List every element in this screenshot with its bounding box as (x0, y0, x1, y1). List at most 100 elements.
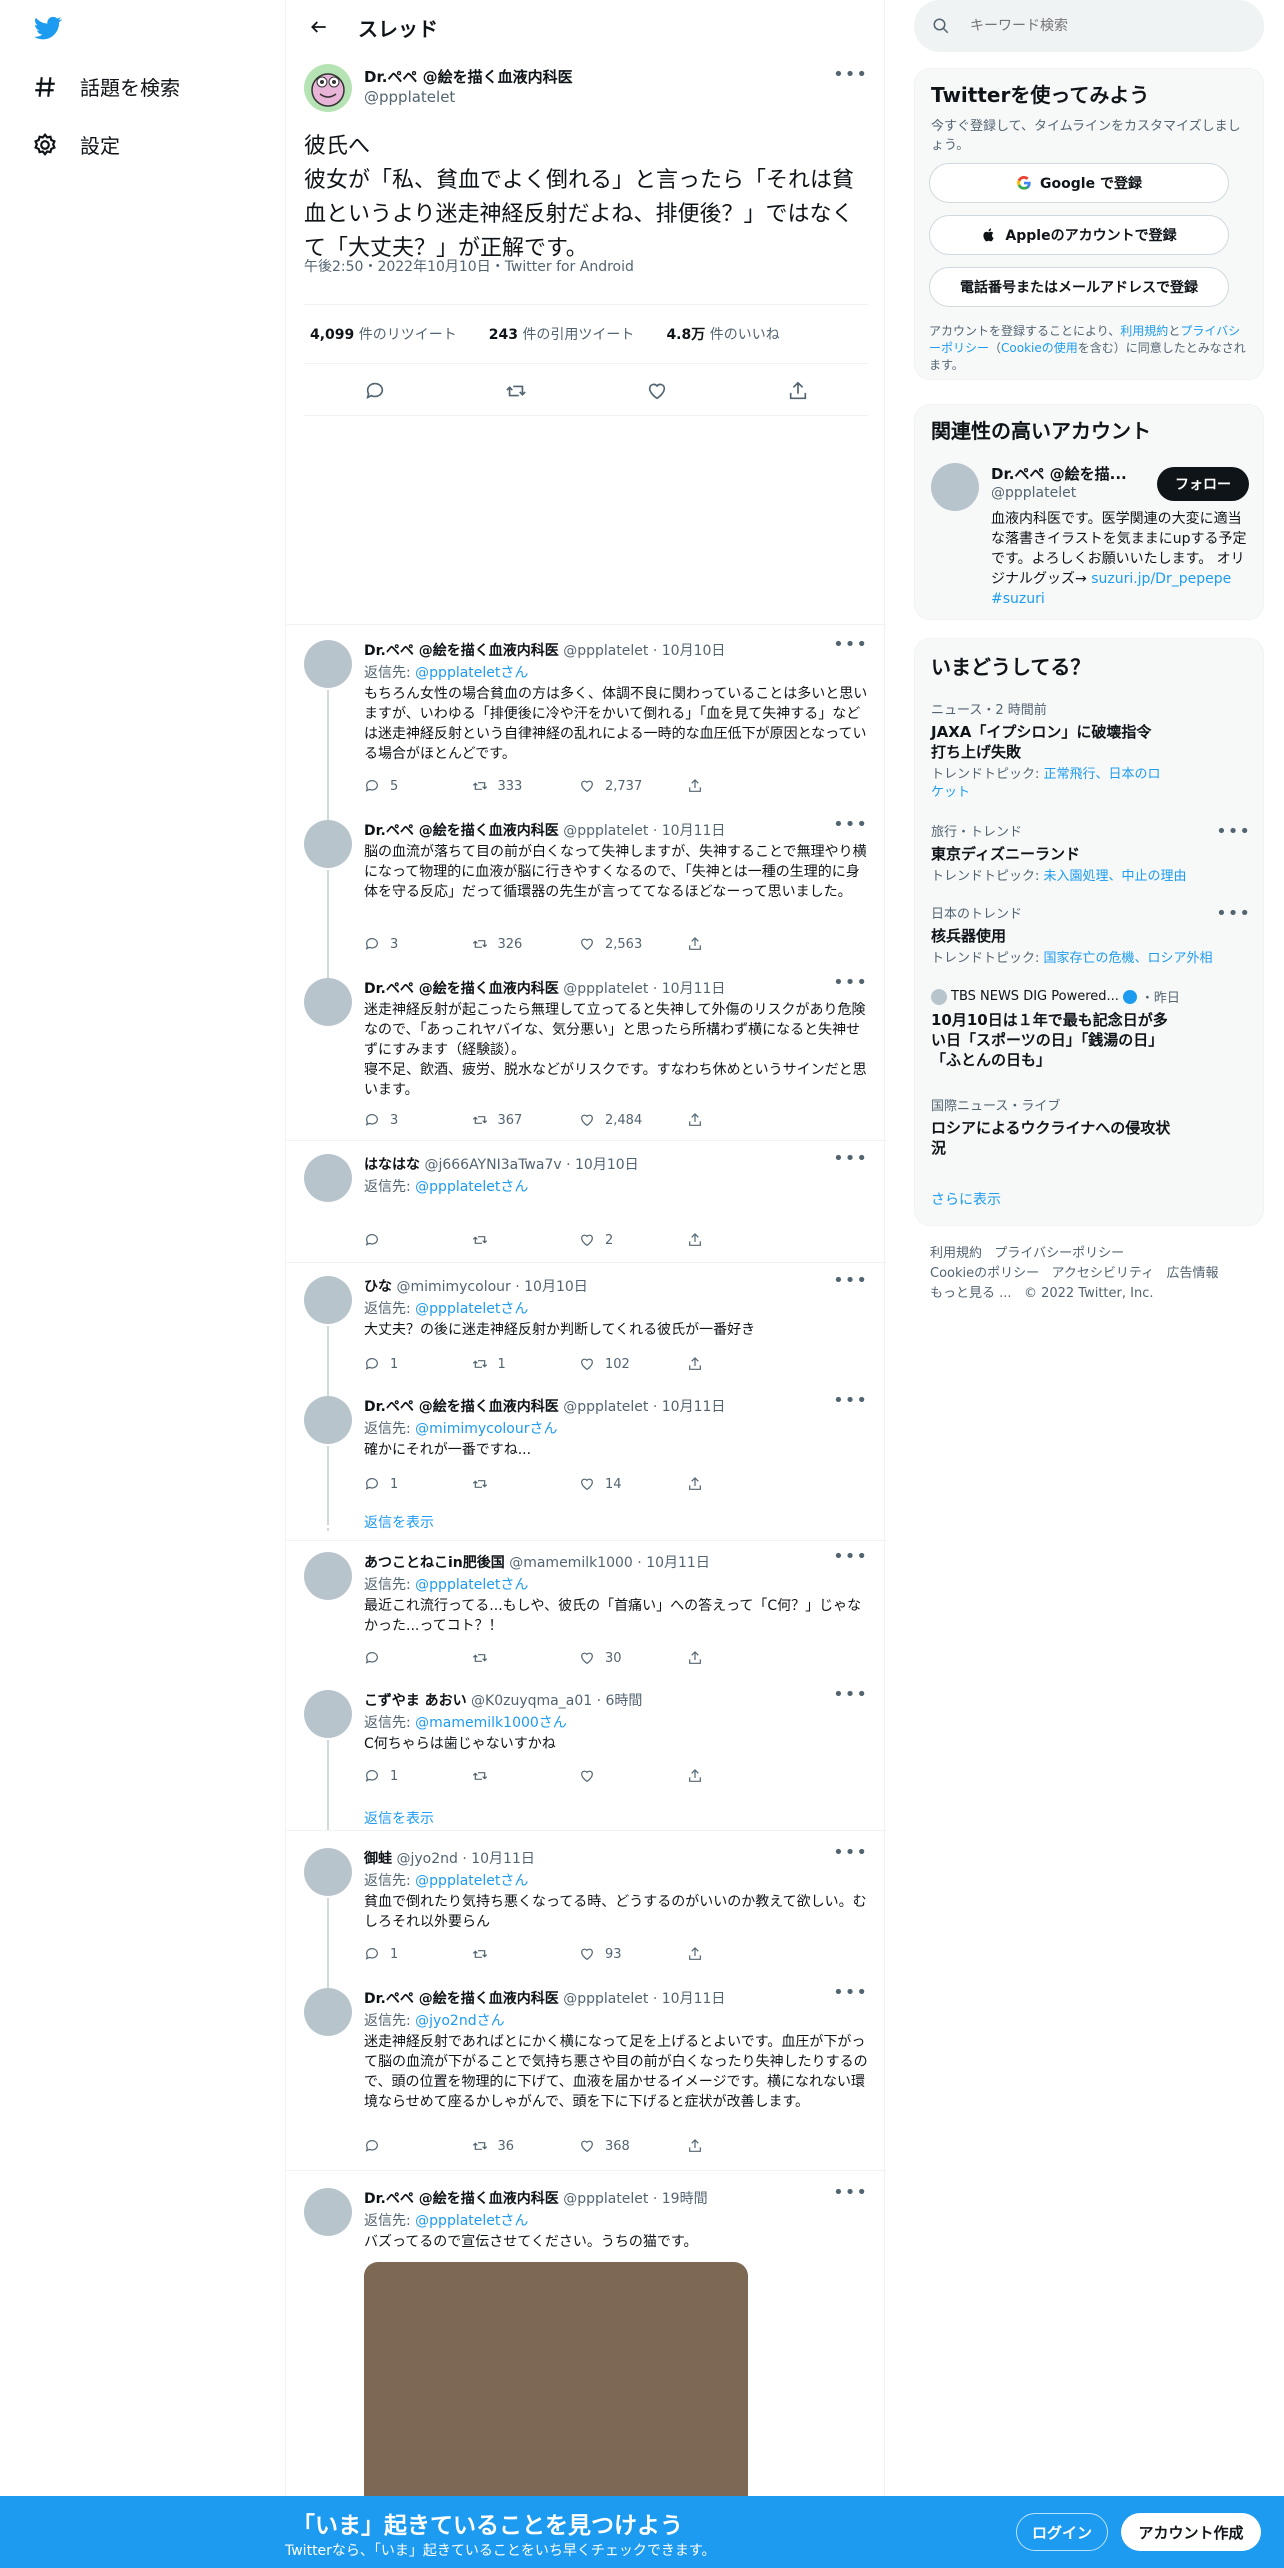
author-handle[interactable]: @ppplatelet (563, 1991, 648, 2007)
share-button[interactable] (687, 1112, 795, 1128)
heart-button[interactable]: 2,737 (579, 778, 687, 794)
author-handle[interactable]: @ppplatelet (563, 823, 648, 839)
heart-button[interactable]: 2 (579, 1232, 687, 1248)
share-button[interactable] (687, 936, 795, 952)
reply-time[interactable]: · 10月11日 (462, 1851, 535, 1867)
show-replies-link[interactable]: 返信を表示 (364, 1808, 434, 1828)
footer-accessibility[interactable]: アクセシビリティ (1052, 1266, 1155, 1281)
related-handle[interactable]: @ppplatelet (991, 485, 1076, 501)
retweet-button[interactable] (472, 1946, 580, 1962)
share-button[interactable] (687, 1476, 795, 1492)
author-name[interactable]: あつことねこin肥後国 (364, 1555, 505, 1571)
share-button[interactable] (687, 1946, 795, 1962)
avatar[interactable] (304, 820, 352, 868)
reply-time[interactable]: · 10月11日 (653, 823, 726, 839)
share-icon[interactable] (787, 380, 809, 402)
more-options-icon[interactable]: ••• (833, 1684, 868, 1705)
nav-explore[interactable]: 話題を検索 (32, 72, 180, 101)
share-button[interactable] (687, 1232, 795, 1248)
more-options-icon[interactable]: ••• (1216, 821, 1251, 842)
author-handle[interactable]: @ppplatelet (563, 981, 648, 997)
phone-email-signup-button[interactable]: 電話番号またはメールアドレスで登録 (929, 267, 1229, 307)
footer-cookie[interactable]: Cookieのポリシー (930, 1266, 1039, 1281)
login-button[interactable]: ログイン (1016, 2513, 1108, 2551)
heart-button[interactable] (579, 1768, 687, 1784)
reply-to-handle[interactable]: @mamemilk1000 (415, 1715, 539, 1731)
share-button[interactable] (687, 2138, 795, 2154)
retweet-button[interactable]: 36 (472, 2138, 580, 2154)
author-name[interactable]: Dr.ペペ @絵を描く血液内科医 (364, 66, 573, 87)
apple-signup-button[interactable]: Appleのアカウントで登録 (929, 215, 1229, 255)
author-name[interactable]: Dr.ペペ @絵を描く血液内科医 (364, 1991, 559, 2007)
reply-to-handle[interactable]: @ppplatelet (415, 2213, 500, 2229)
more-options-icon[interactable]: ••• (833, 1842, 868, 1863)
author-handle[interactable]: @jyo2nd (396, 1851, 457, 1867)
author-name[interactable]: Dr.ペペ @絵を描く血液内科医 (364, 2191, 559, 2207)
heart-button[interactable]: 102 (579, 1356, 687, 1372)
tweet-timestamp[interactable]: 午後2:50・2022年10月10日・Twitter for Android (304, 256, 634, 276)
reply-time[interactable]: · 10月11日 (653, 1399, 726, 1415)
reply-button[interactable]: 1 (364, 1356, 472, 1372)
retweet-button[interactable]: 367 (472, 1112, 580, 1128)
reply-time[interactable]: · 10月11日 (653, 981, 726, 997)
reply-button[interactable] (364, 2138, 472, 2154)
heart-button[interactable]: 2,563 (579, 936, 687, 952)
related-name[interactable]: Dr.ペペ @絵を描... (991, 463, 1127, 484)
more-options-icon[interactable]: ••• (833, 1982, 868, 2003)
more-options-icon[interactable]: ••• (833, 972, 868, 993)
avatar[interactable] (304, 1276, 352, 1324)
heart-icon[interactable] (646, 380, 668, 402)
retweet-button[interactable]: 1 (472, 1356, 580, 1372)
footer-terms[interactable]: 利用規約 (930, 1246, 982, 1261)
twitter-logo-icon[interactable] (32, 14, 64, 42)
like-count[interactable]: 4.8万 件のいいね (666, 324, 779, 344)
reply-button[interactable]: 1 (364, 1476, 472, 1492)
quote-count[interactable]: 243 件の引用ツイート (489, 324, 635, 344)
retweet-button[interactable] (472, 1476, 580, 1492)
avatar[interactable] (304, 1690, 352, 1738)
reply-button[interactable]: 1 (364, 1768, 472, 1784)
avatar[interactable] (304, 2188, 352, 2236)
avatar[interactable] (304, 640, 352, 688)
avatar[interactable] (304, 1396, 352, 1444)
nav-settings[interactable]: 設定 (32, 130, 120, 159)
avatar[interactable] (304, 1154, 352, 1202)
more-options-icon[interactable]: ••• (833, 1148, 868, 1169)
reply-to-handle[interactable]: @mimimycolour (415, 1421, 529, 1437)
trend-item[interactable]: TBS NEWS DIG Powered... ・昨日 10月10日は１年で最も… (931, 987, 1251, 1070)
author-name[interactable]: Dr.ペペ @絵を描く血液内科医 (364, 1399, 559, 1415)
author-handle[interactable]: @K0zuyqma_a01 (471, 1693, 592, 1709)
share-button[interactable] (687, 1356, 795, 1372)
heart-button[interactable]: 2,484 (579, 1112, 687, 1128)
search-input[interactable] (968, 17, 1248, 35)
more-options-icon[interactable]: ••• (833, 814, 868, 835)
retweet-icon[interactable] (505, 380, 527, 402)
author-handle[interactable]: @ppplatelet (364, 88, 455, 106)
author-name[interactable]: Dr.ペペ @絵を描く血液内科医 (364, 823, 559, 839)
reply-to-handle[interactable]: @ppplatelet (415, 1179, 500, 1195)
more-options-icon[interactable]: ••• (833, 634, 868, 655)
google-signup-button[interactable]: Google で登録 (929, 163, 1229, 203)
related-avatar[interactable] (931, 463, 979, 511)
show-more-link[interactable]: さらに表示 (931, 1189, 1001, 1209)
share-button[interactable] (687, 1650, 795, 1666)
terms-link[interactable]: 利用規約 (1120, 324, 1168, 338)
retweet-button[interactable] (472, 1768, 580, 1784)
reply-button[interactable] (364, 1650, 472, 1666)
author-name[interactable]: Dr.ペペ @絵を描く血液内科医 (364, 643, 559, 659)
back-button[interactable] (302, 10, 336, 44)
footer-more[interactable]: もっと見る ... (930, 1286, 1012, 1301)
reply-to-handle[interactable]: @jyo2nd (415, 2013, 476, 2029)
reply-to-handle[interactable]: @ppplatelet (415, 1577, 500, 1593)
more-options-icon[interactable]: ••• (833, 1546, 868, 1567)
signup-button[interactable]: アカウント作成 (1121, 2513, 1261, 2551)
retweet-button[interactable] (472, 1232, 580, 1248)
footer-ads[interactable]: 広告情報 (1167, 1266, 1219, 1281)
footer-privacy[interactable]: プライバシーポリシー (994, 1246, 1124, 1261)
retweet-button[interactable]: 326 (472, 936, 580, 952)
more-options-icon[interactable]: ••• (833, 1270, 868, 1291)
trend-item[interactable]: ニュース・2 時間前 JAXA「イプシロン」に破壊指令 打ち上げ失敗 トレンドト… (931, 699, 1251, 802)
avatar[interactable] (304, 1552, 352, 1600)
heart-button[interactable]: 368 (579, 2138, 687, 2154)
retweet-button[interactable]: 333 (472, 778, 580, 794)
